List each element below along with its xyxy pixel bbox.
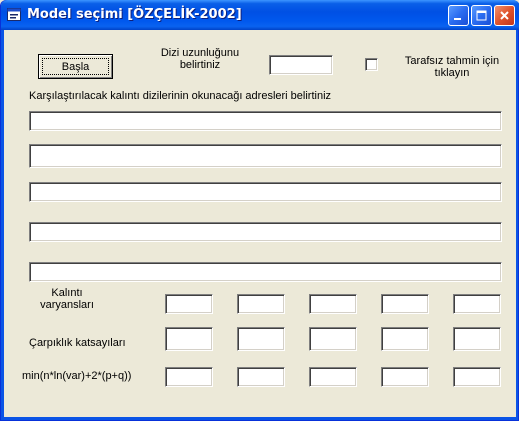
variance-input-4[interactable] bbox=[381, 294, 429, 314]
window-title: Model seçimi [ÖZÇELİK-2002] bbox=[27, 7, 242, 22]
variance-input-2[interactable] bbox=[237, 294, 285, 314]
close-button[interactable] bbox=[494, 5, 515, 26]
variances-label-line1: Kalıntı bbox=[51, 287, 83, 299]
unbiased-label-line2: tıklayın bbox=[434, 67, 470, 79]
variance-input-5[interactable] bbox=[453, 294, 501, 314]
skewness-input-3[interactable] bbox=[309, 327, 357, 351]
maximize-button[interactable] bbox=[471, 5, 492, 26]
model-selection-window: Model seçimi [ÖZÇELİK-2002] Başla Dizi u… bbox=[0, 0, 519, 421]
address-input-5[interactable] bbox=[29, 262, 502, 282]
skewness-label: Çarpıklık katsayıları bbox=[29, 337, 126, 349]
criterion-input-5[interactable] bbox=[453, 367, 501, 387]
unbiased-label-line1: Tarafsız tahmin için bbox=[404, 55, 500, 67]
form-client-area: Başla Dizi uzunluğunu belirtiniz Tarafsı… bbox=[5, 30, 516, 417]
skewness-input-1[interactable] bbox=[165, 327, 213, 351]
form-icon bbox=[7, 8, 21, 21]
length-label: Dizi uzunluğunu belirtiniz bbox=[145, 47, 255, 71]
variances-label: Kalıntı varyansları bbox=[27, 287, 107, 311]
criterion-input-3[interactable] bbox=[309, 367, 357, 387]
skewness-input-2[interactable] bbox=[237, 327, 285, 351]
length-label-line1: Dizi uzunluğunu bbox=[160, 47, 240, 59]
focus-rectangle bbox=[42, 58, 109, 75]
criterion-input-4[interactable] bbox=[381, 367, 429, 387]
length-input[interactable] bbox=[269, 55, 333, 75]
criterion-input-1[interactable] bbox=[165, 367, 213, 387]
addresses-label: Karşılaştırılacak kalıntı dizilerinin ok… bbox=[29, 90, 332, 102]
address-input-2[interactable] bbox=[29, 144, 502, 168]
length-label-line2: belirtiniz bbox=[179, 59, 221, 71]
skewness-input-4[interactable] bbox=[381, 327, 429, 351]
unbiased-label: Tarafsız tahmin için tıklayın bbox=[397, 55, 507, 79]
variance-input-3[interactable] bbox=[309, 294, 357, 314]
start-button[interactable]: Başla bbox=[38, 54, 113, 79]
minimize-icon bbox=[454, 18, 461, 20]
close-icon bbox=[500, 11, 509, 20]
title-bar[interactable]: Model seçimi [ÖZÇELİK-2002] bbox=[1, 0, 519, 30]
criterion-input-2[interactable] bbox=[237, 367, 285, 387]
minimize-button[interactable] bbox=[448, 5, 469, 26]
address-input-4[interactable] bbox=[29, 222, 502, 242]
variances-label-line2: varyansları bbox=[40, 299, 94, 311]
address-input-1[interactable] bbox=[29, 111, 502, 131]
skewness-input-5[interactable] bbox=[453, 327, 501, 351]
address-input-3[interactable] bbox=[29, 182, 502, 202]
unbiased-checkbox[interactable] bbox=[365, 58, 378, 71]
maximize-icon bbox=[476, 10, 487, 21]
variance-input-1[interactable] bbox=[165, 294, 213, 314]
criterion-label: min(n*ln(var)+2*(p+q)) bbox=[22, 370, 132, 382]
